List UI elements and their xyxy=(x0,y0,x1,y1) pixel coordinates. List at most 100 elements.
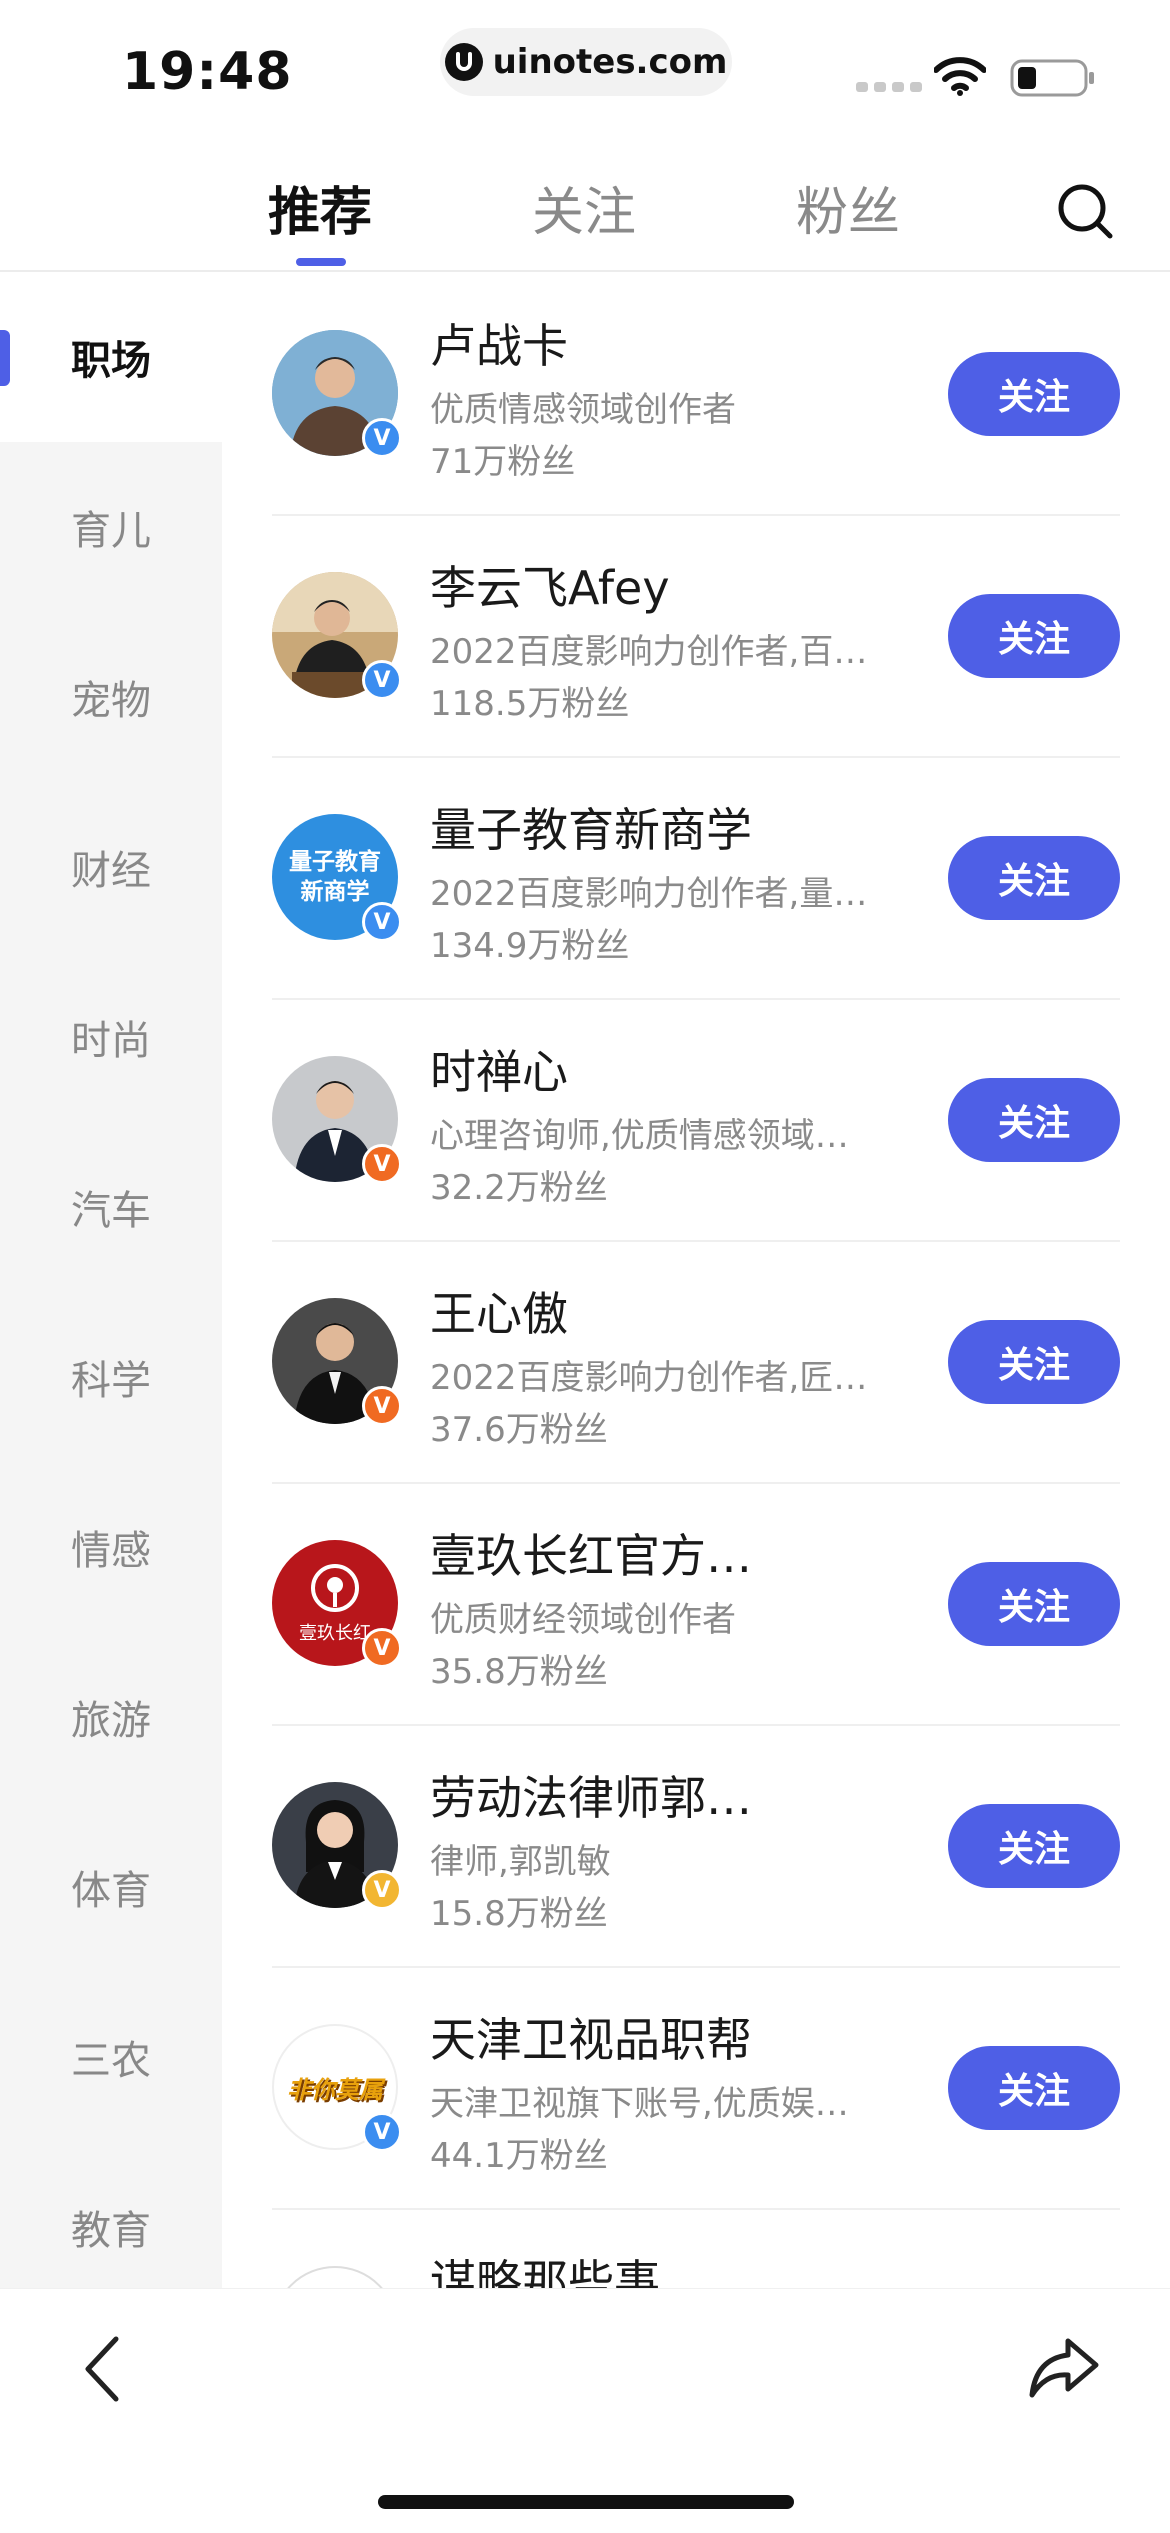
verified-badge-icon: V xyxy=(362,1144,402,1184)
creator-description: 优质情感领域创作者 xyxy=(430,390,736,430)
category-sidebar: 职场 育儿 宠物 财经 时尚 汽车 科学 情感 旅游 体育 三农 教育 xyxy=(0,272,222,2288)
sidebar-item-parenting[interactable]: 育儿 xyxy=(0,442,222,612)
list-item[interactable]: V 劳动法律师郭… 律师,郭凯敏 15.8万粉丝 关注 xyxy=(272,1724,1120,1968)
sidebar-item-label: 汽车 xyxy=(71,1188,151,1234)
avatar[interactable]: 非你莫属 V xyxy=(272,2024,402,2152)
url-pill[interactable]: uinotes.com xyxy=(440,28,732,96)
wifi-icon xyxy=(933,56,987,100)
avatar[interactable] xyxy=(272,2266,398,2288)
avatar[interactable]: V xyxy=(272,1782,402,1910)
sidebar-item-label: 教育 xyxy=(71,2208,151,2254)
list-item[interactable]: V 王心傲 2022百度影响力创作者,匠… 37.6万粉丝 关注 xyxy=(272,1240,1120,1484)
battery-icon xyxy=(1010,58,1096,102)
home-indicator xyxy=(378,2495,794,2509)
list-item[interactable]: V 李云飞Afey 2022百度影响力创作者,百… 118.5万粉丝 关注 xyxy=(272,514,1120,758)
sidebar-item-label: 时尚 xyxy=(71,1018,151,1064)
follow-button[interactable]: 关注 xyxy=(948,1078,1120,1162)
list-item[interactable]: 壹玖长红 V 壹玖长红官方… 优质财经领域创作者 35.8万粉丝 关注 xyxy=(272,1482,1120,1726)
sidebar-item-science[interactable]: 科学 xyxy=(0,1292,222,1462)
creator-description: 律师,郭凯敏 xyxy=(430,1842,611,1882)
active-tab-indicator xyxy=(296,258,346,266)
list-item[interactable]: V 卢战卡 优质情感领域创作者 71万粉丝 关注 xyxy=(272,272,1120,516)
sidebar-item-finance[interactable]: 财经 xyxy=(0,782,222,952)
sidebar-item-label: 情感 xyxy=(71,1528,151,1574)
follow-button[interactable]: 关注 xyxy=(948,352,1120,436)
avatar[interactable]: V xyxy=(272,1298,402,1426)
verified-badge-icon: V xyxy=(362,2112,402,2152)
creator-name: 李云飞Afey xyxy=(430,561,670,615)
creator-fan-count: 32.2万粉丝 xyxy=(430,1168,608,1208)
avatar-text: 壹玖长红 xyxy=(299,1623,371,1644)
sidebar-item-label: 宠物 xyxy=(71,678,151,724)
creator-name: 量子教育新商学 xyxy=(430,803,752,857)
follow-button[interactable]: 关注 xyxy=(948,2046,1120,2130)
sidebar-item-travel[interactable]: 旅游 xyxy=(0,1632,222,1802)
list-item[interactable]: 谋略那些事 xyxy=(272,2208,1120,2288)
tab-following[interactable]: 关注 xyxy=(532,170,636,245)
verified-badge-icon: V xyxy=(362,902,402,942)
verified-badge-icon: V xyxy=(362,660,402,700)
follow-button[interactable]: 关注 xyxy=(948,1804,1120,1888)
creator-name: 谋略那些事 xyxy=(430,2255,660,2288)
creator-description: 心理咨询师,优质情感领域… xyxy=(430,1116,849,1156)
follow-button[interactable]: 关注 xyxy=(948,1562,1120,1646)
creator-description: 优质财经领域创作者 xyxy=(430,1600,736,1640)
tab-recommend[interactable]: 推荐 xyxy=(268,170,372,245)
share-icon[interactable] xyxy=(1028,2335,1100,2401)
sidebar-item-agriculture[interactable]: 三农 xyxy=(0,1972,222,2142)
avatar[interactable]: 壹玖长红 V xyxy=(272,1540,402,1668)
creator-description: 2022百度影响力创作者,量… xyxy=(430,874,868,914)
sidebar-item-label: 三农 xyxy=(71,2038,151,2084)
tab-fans[interactable]: 粉丝 xyxy=(796,170,900,245)
creator-description: 2022百度影响力创作者,百… xyxy=(430,632,868,672)
creator-fan-count: 37.6万粉丝 xyxy=(430,1410,608,1450)
sidebar-item-education[interactable]: 教育 xyxy=(0,2142,222,2312)
creator-description: 2022百度影响力创作者,匠… xyxy=(430,1358,868,1398)
avatar[interactable]: V xyxy=(272,1056,402,1184)
follow-button[interactable]: 关注 xyxy=(948,594,1120,678)
creator-fan-count: 15.8万粉丝 xyxy=(430,1894,608,1934)
verified-badge-icon: V xyxy=(362,1870,402,1910)
list-item[interactable]: V 时禅心 心理咨询师,优质情感领域… 32.2万粉丝 关注 xyxy=(272,998,1120,1242)
creator-name: 天津卫视品职帮 xyxy=(430,2013,752,2067)
follow-button[interactable]: 关注 xyxy=(948,1320,1120,1404)
sidebar-item-label: 职场 xyxy=(71,338,151,384)
bottom-toolbar xyxy=(0,2288,1170,2533)
list-item[interactable]: 量子教育 新商学 V 量子教育新商学 2022百度影响力创作者,量… 134.9… xyxy=(272,756,1120,1000)
site-logo-icon xyxy=(444,43,483,81)
sidebar-item-pets[interactable]: 宠物 xyxy=(0,612,222,782)
brand-logo-icon xyxy=(311,1564,359,1612)
creator-list: V 卢战卡 优质情感领域创作者 71万粉丝 关注 V 李云飞Afey 2022百… xyxy=(222,272,1170,2288)
chevron-left-icon[interactable] xyxy=(76,2331,132,2407)
url-text: uinotes.com xyxy=(492,42,728,82)
creator-fan-count: 118.5万粉丝 xyxy=(430,684,630,724)
sidebar-item-workplace[interactable]: 职场 xyxy=(0,272,222,442)
avatar-text: 非你莫属 xyxy=(287,2075,383,2104)
creator-fan-count: 134.9万粉丝 xyxy=(430,926,630,966)
avatar[interactable]: V xyxy=(272,330,402,458)
creator-fan-count: 71万粉丝 xyxy=(430,442,576,482)
creator-fan-count: 44.1万粉丝 xyxy=(430,2136,608,2176)
sidebar-item-auto[interactable]: 汽车 xyxy=(0,1122,222,1292)
status-bar: 19:48 uinotes.com xyxy=(0,0,1170,140)
sidebar-item-emotion[interactable]: 情感 xyxy=(0,1462,222,1632)
creator-name: 壹玖长红官方… xyxy=(430,1529,752,1583)
sidebar-item-fashion[interactable]: 时尚 xyxy=(0,952,222,1122)
sidebar-active-indicator xyxy=(0,330,10,386)
avatar-text: 量子教育 xyxy=(289,849,381,875)
sidebar-item-label: 育儿 xyxy=(71,508,151,554)
verified-badge-icon: V xyxy=(362,1628,402,1668)
follow-button[interactable]: 关注 xyxy=(948,836,1120,920)
avatar[interactable]: 量子教育 新商学 V xyxy=(272,814,402,942)
sidebar-item-sports[interactable]: 体育 xyxy=(0,1802,222,1972)
sidebar-item-label: 科学 xyxy=(71,1358,151,1404)
verified-badge-icon: V xyxy=(362,1386,402,1426)
status-time: 19:48 xyxy=(122,42,293,102)
search-icon[interactable] xyxy=(1054,180,1118,244)
creator-name: 时禅心 xyxy=(430,1045,568,1099)
creator-name: 卢战卡 xyxy=(430,319,568,373)
sidebar-item-label: 财经 xyxy=(71,848,151,894)
avatar[interactable]: V xyxy=(272,572,402,700)
creator-fan-count: 35.8万粉丝 xyxy=(430,1652,608,1692)
list-item[interactable]: 非你莫属 V 天津卫视品职帮 天津卫视旗下账号,优质娱… 44.1万粉丝 关注 xyxy=(272,1966,1120,2210)
